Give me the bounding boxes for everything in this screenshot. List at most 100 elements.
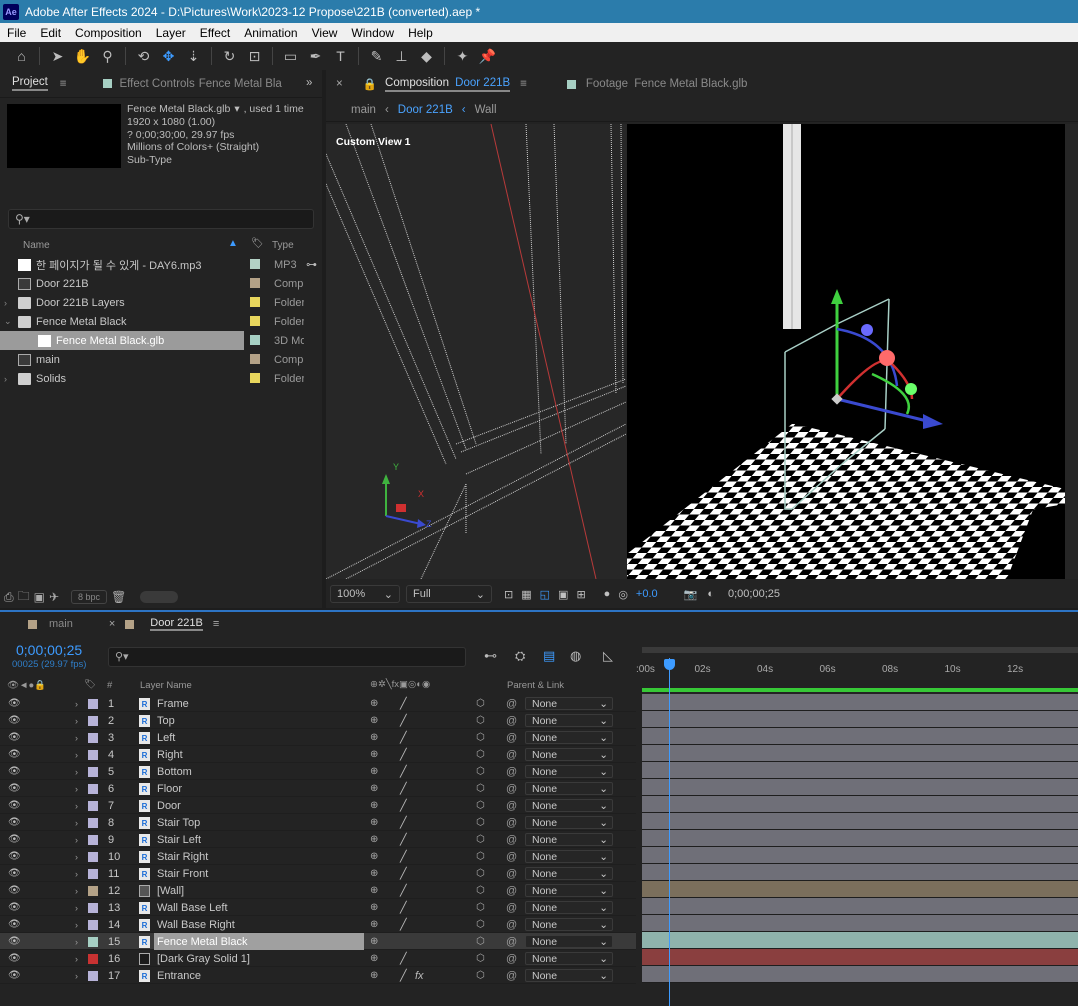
- dolly-tool-icon[interactable]: ⇣: [182, 45, 205, 67]
- parent-pickwhip-icon[interactable]: @: [506, 729, 517, 746]
- menu-edit[interactable]: Edit: [33, 26, 68, 40]
- layer-label-color[interactable]: [88, 852, 98, 862]
- quality-switch-icon[interactable]: ╱: [400, 882, 407, 899]
- 3d-layer-switch-icon[interactable]: ⬡: [476, 865, 485, 882]
- layer-label-color[interactable]: [88, 954, 98, 964]
- home-icon[interactable]: ⌂: [10, 45, 33, 67]
- layer-name[interactable]: Left: [157, 729, 175, 746]
- quality-switch-icon[interactable]: ╱: [400, 729, 407, 746]
- zoom-tool-icon[interactable]: ⚲: [96, 45, 119, 67]
- project-item-name-cell[interactable]: ⌄ Fence Metal Black: [0, 312, 244, 331]
- 3d-layer-switch-icon[interactable]: ⬡: [476, 848, 485, 865]
- interpret-footage-icon[interactable]: ⎙: [4, 590, 14, 605]
- zoom-dropdown[interactable]: 100% ⌄: [330, 585, 400, 603]
- layer-name[interactable]: Bottom: [157, 763, 192, 780]
- layer-duration-bar[interactable]: [642, 779, 1078, 796]
- delete-icon[interactable]: 🗑: [111, 590, 126, 604]
- layer-row[interactable]: 👁 › 12 [Wall] ⊕ ╱ ⬡ @ None ⌄: [0, 882, 636, 899]
- layer-duration-bar[interactable]: [642, 728, 1078, 745]
- layer-label-color[interactable]: [88, 818, 98, 828]
- region-of-interest-icon[interactable]: ▣: [558, 588, 568, 601]
- usage-dropdown-icon[interactable]: ▾: [234, 103, 239, 115]
- layer-label-color[interactable]: [88, 920, 98, 930]
- layer-duration-bar[interactable]: [642, 711, 1078, 728]
- hand-tool-icon[interactable]: ✋: [71, 45, 94, 67]
- new-folder-icon[interactable]: 🗀: [18, 587, 30, 608]
- chevron-right-icon[interactable]: ›: [4, 298, 14, 308]
- breadcrumb-wall[interactable]: Wall: [475, 104, 497, 116]
- 3d-layer-switch-icon[interactable]: ⬡: [476, 729, 485, 746]
- chevron-right-icon[interactable]: ›: [75, 899, 78, 916]
- project-item-name-cell[interactable]: Fence Metal Black.glb: [0, 331, 244, 350]
- label-color-swatch[interactable]: [250, 335, 260, 345]
- project-footer-slider[interactable]: [140, 591, 179, 603]
- resolution-dropdown[interactable]: Full ⌄: [406, 585, 492, 603]
- timeline-current-time[interactable]: 0;00;00;25: [16, 642, 82, 658]
- close-tab-icon[interactable]: ×: [336, 78, 343, 90]
- parent-pickwhip-icon[interactable]: @: [506, 797, 517, 814]
- layer-label-color[interactable]: [88, 903, 98, 913]
- shy-switch-icon[interactable]: ⊕: [370, 712, 378, 729]
- parent-dropdown[interactable]: None ⌄: [525, 918, 613, 931]
- quality-switch-icon[interactable]: ╱: [400, 916, 407, 933]
- visibility-eye-icon[interactable]: 👁: [8, 831, 21, 848]
- quality-switch-icon[interactable]: ╱: [400, 814, 407, 831]
- menu-help[interactable]: Help: [401, 26, 440, 40]
- shy-switch-icon[interactable]: ⊕: [370, 933, 378, 950]
- col-type[interactable]: Type: [272, 240, 294, 251]
- project-item-row[interactable]: Door 221B Comp: [0, 274, 322, 293]
- parent-dropdown[interactable]: None ⌄: [525, 714, 613, 727]
- chevron-right-icon[interactable]: ›: [75, 933, 78, 950]
- shy-switch-icon[interactable]: ⊕: [370, 814, 378, 831]
- layer-duration-bar[interactable]: [642, 847, 1078, 864]
- grid-guides-icon[interactable]: ⊞: [576, 588, 585, 601]
- parent-pickwhip-icon[interactable]: @: [506, 814, 517, 831]
- puppet-pin-icon[interactable]: 📌: [476, 45, 499, 67]
- layer-label-color[interactable]: [88, 784, 98, 794]
- chevron-right-icon[interactable]: ›: [75, 712, 78, 729]
- chevron-right-icon[interactable]: ›: [75, 865, 78, 882]
- layer-name[interactable]: Door: [157, 797, 181, 814]
- quality-switch-icon[interactable]: ╱: [400, 967, 407, 984]
- shy-switch-icon[interactable]: ⊕: [370, 865, 378, 882]
- sort-ascending-icon[interactable]: ▲: [228, 238, 238, 249]
- shy-switch-icon[interactable]: ⊕: [370, 848, 378, 865]
- 3d-layer-switch-icon[interactable]: ⬡: [476, 916, 485, 933]
- layer-row[interactable]: 👁 › 6 R Floor ⊕ ╱ ⬡ @ None ⌄: [0, 780, 636, 797]
- shy-switch-icon[interactable]: ⊕: [370, 899, 378, 916]
- pan-behind-tool-icon[interactable]: ⊡: [243, 45, 266, 67]
- parent-dropdown[interactable]: None ⌄: [525, 731, 613, 744]
- shy-switch-icon[interactable]: ⊕: [370, 831, 378, 848]
- exposure-value[interactable]: +0.0: [636, 588, 658, 600]
- shy-switch-icon[interactable]: ⊕: [370, 882, 378, 899]
- layer-label-color[interactable]: [88, 699, 98, 709]
- label-color-swatch[interactable]: [250, 373, 260, 383]
- layer-name[interactable]: [Dark Gray Solid 1]: [157, 950, 250, 967]
- 3d-layer-switch-icon[interactable]: ⬡: [476, 763, 485, 780]
- panel-menu-icon[interactable]: ≡: [520, 78, 527, 90]
- parent-pickwhip-icon[interactable]: @: [506, 933, 517, 950]
- layer-row[interactable]: 👁 › 13 R Wall Base Left ⊕ ╱ ⬡ @ None ⌄: [0, 899, 636, 916]
- visibility-eye-icon[interactable]: 👁: [8, 712, 21, 729]
- chevron-right-icon[interactable]: ›: [75, 916, 78, 933]
- roto-brush-icon[interactable]: ✦: [451, 45, 474, 67]
- 3d-layer-switch-icon[interactable]: ⬡: [476, 814, 485, 831]
- project-item-name-cell[interactable]: › Door 221B Layers: [0, 293, 244, 312]
- layer-row[interactable]: 👁 › 17 R Entrance ⊕ ╱ fx ⬡ @ None ⌄: [0, 967, 636, 984]
- parent-dropdown[interactable]: None ⌄: [525, 799, 613, 812]
- work-area-bar[interactable]: [642, 647, 1078, 653]
- layer-label-color[interactable]: [88, 716, 98, 726]
- layer-row[interactable]: 👁 › 9 R Stair Left ⊕ ╱ ⬡ @ None ⌄: [0, 831, 636, 848]
- parent-pickwhip-icon[interactable]: @: [506, 950, 517, 967]
- 3d-layer-switch-icon[interactable]: ⬡: [476, 967, 485, 984]
- visibility-eye-icon[interactable]: 👁: [8, 695, 21, 712]
- effects-switch-icon[interactable]: fx: [415, 967, 424, 984]
- type-tool-icon[interactable]: T: [329, 45, 352, 67]
- current-time-indicator-head[interactable]: [664, 659, 675, 670]
- tab-composition[interactable]: Composition Door 221B: [385, 77, 511, 92]
- layer-duration-bar[interactable]: [642, 830, 1078, 847]
- project-item-name-cell[interactable]: 한 페이지가 될 수 있게 - DAY6.mp3: [0, 255, 244, 274]
- project-item-row[interactable]: › Solids Folder: [0, 369, 322, 388]
- chevron-right-icon[interactable]: ›: [75, 729, 78, 746]
- parent-pickwhip-icon[interactable]: @: [506, 695, 517, 712]
